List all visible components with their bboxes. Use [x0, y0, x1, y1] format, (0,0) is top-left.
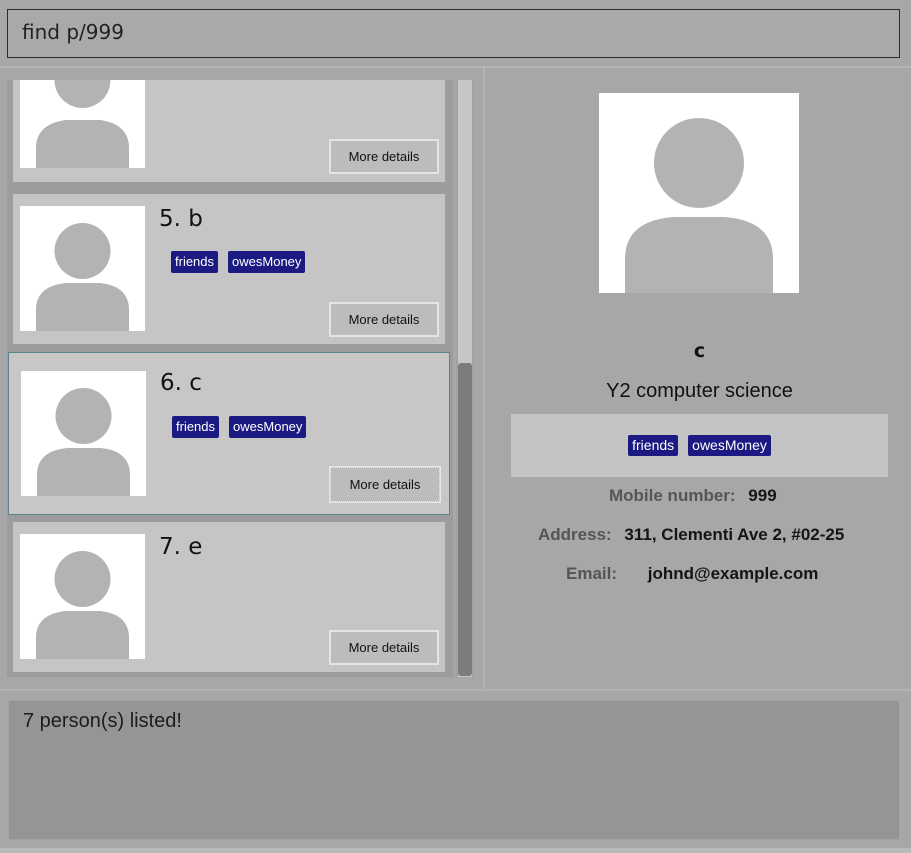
detail-avatar: [599, 93, 799, 293]
divider: [0, 689, 911, 691]
status-bar: [0, 848, 911, 853]
avatar: [20, 534, 145, 659]
scrollbar-thumb[interactable]: [458, 363, 472, 676]
person-avatar-icon: [36, 80, 129, 168]
detail-mobile-row: Mobile number: 999: [609, 486, 777, 506]
person-card-selected[interactable]: 6. c friends owesMoney More details: [8, 352, 450, 515]
avatar: [20, 80, 145, 168]
tag: owesMoney: [228, 251, 306, 273]
person-avatar-icon: [625, 118, 773, 293]
person-avatar-icon: [37, 388, 130, 496]
avatar: [20, 206, 145, 331]
tag: friends: [171, 251, 219, 273]
person-card[interactable]: 5. b friends owesMoney More details: [13, 194, 445, 344]
detail-tag-list: friends owesMoney: [511, 414, 888, 477]
address-value: 311, Clementi Ave 2, #02-25: [624, 525, 845, 544]
tag-list: friends owesMoney: [172, 416, 307, 438]
result-display[interactable]: 7 person(s) listed!: [8, 700, 900, 840]
more-details-button[interactable]: More details: [330, 467, 440, 502]
person-card[interactable]: 7. e More details: [13, 522, 445, 672]
command-input-text: find p/999: [22, 20, 124, 44]
result-message: 7 person(s) listed!: [23, 710, 182, 732]
email-label: Email:: [566, 564, 618, 583]
email-value: johnd@example.com: [647, 564, 819, 583]
command-input[interactable]: find p/999: [7, 9, 900, 58]
tag-list: friends owesMoney: [171, 251, 306, 273]
avatar: [21, 371, 146, 496]
more-details-button[interactable]: More details: [329, 630, 439, 665]
mobile-label: Mobile number:: [609, 486, 736, 505]
more-details-button[interactable]: More details: [329, 139, 439, 174]
divider: [0, 66, 911, 68]
list-scrollbar[interactable]: [456, 80, 474, 677]
detail-address-row: Address: 311, Clementi Ave 2, #02-25: [538, 525, 844, 545]
detail-email-row: Email: johnd@example.com: [566, 564, 818, 584]
tag: friends: [172, 416, 220, 438]
panel-divider: [483, 68, 485, 689]
person-list[interactable]: More details 5. b friends owesMoney More…: [7, 80, 453, 677]
mobile-value: 999: [748, 486, 777, 505]
detail-subtitle: Y2 computer science: [606, 380, 793, 402]
tag: friends: [628, 435, 679, 456]
more-details-button[interactable]: More details: [329, 302, 439, 337]
person-name: 7. e: [159, 534, 203, 560]
person-name: 6. c: [160, 370, 202, 396]
tag: owesMoney: [688, 435, 771, 456]
detail-name: c: [693, 340, 706, 362]
person-avatar-icon: [36, 223, 129, 331]
person-card[interactable]: More details: [13, 80, 445, 182]
person-avatar-icon: [36, 551, 129, 659]
address-label: Address:: [538, 525, 612, 544]
person-name: 5. b: [159, 206, 203, 232]
tag: owesMoney: [229, 416, 307, 438]
